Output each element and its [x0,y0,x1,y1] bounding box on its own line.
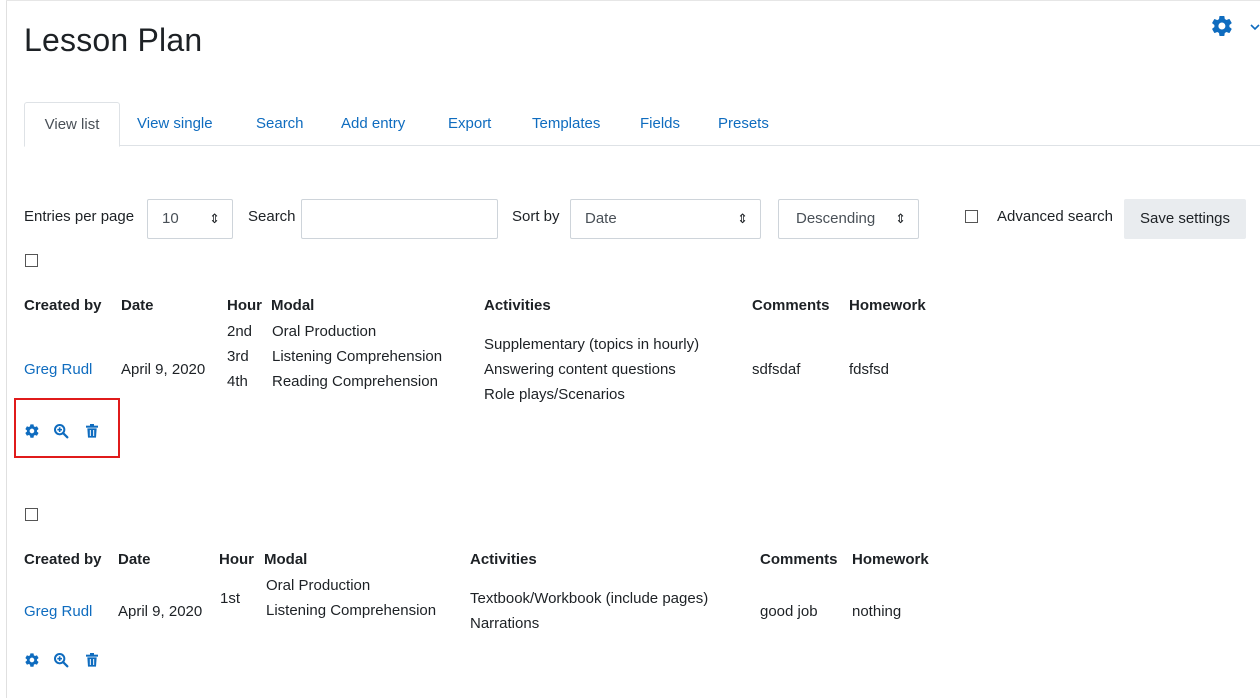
gear-icon[interactable] [24,423,40,439]
header-created-by: Created by [24,297,102,314]
entries-per-page-value: 10 [162,210,179,227]
header-homework: Homework [849,297,926,314]
entry-select-checkbox[interactable] [25,254,38,267]
header-comments: Comments [760,551,838,568]
zoom-in-icon[interactable] [53,423,69,439]
header-hour: Hour [219,551,254,568]
advanced-search-label: Advanced search [997,208,1113,225]
tab-templates[interactable]: Templates [532,102,600,146]
entry-modal: Oral Production [272,323,377,340]
header-comments: Comments [752,297,830,314]
tab-add-entry[interactable]: Add entry [341,102,405,146]
entry-hour: 1st [220,590,241,607]
entry-modal: Reading Comprehension [272,373,438,390]
entry-select-checkbox[interactable] [25,508,38,521]
sort-by-select[interactable]: Date ⇕ [570,199,761,239]
sort-by-value: Date [585,210,617,227]
entry-activity: Narrations [470,615,540,632]
select-arrows-icon: ⇕ [895,211,906,226]
order-value: Descending [796,210,876,227]
entry-homework: nothing [852,603,902,620]
entry-date: April 9, 2020 [118,603,203,620]
entry-hour: 4th [227,373,248,390]
save-settings-button[interactable]: Save settings [1124,199,1246,239]
select-arrows-icon: ⇕ [209,211,220,226]
gear-icon[interactable] [24,652,40,668]
header-modal: Modal [264,551,308,568]
entry-modal: Listening Comprehension [272,348,443,365]
entry-activity: Role plays/Scenarios [484,386,625,403]
header-activities: Activities [470,551,537,568]
entries-per-page-select[interactable]: 10 ⇕ [147,199,233,239]
trash-icon[interactable] [84,652,100,668]
entry-author-link[interactable]: Greg Rudl [24,599,92,624]
header-hour: Hour [227,297,262,314]
page-frame-top [6,0,1260,1]
entry-hour: 3rd [227,348,249,365]
advanced-search-checkbox[interactable] [965,210,978,223]
trash-icon[interactable] [84,423,100,439]
tab-export[interactable]: Export [448,102,491,146]
entry-hour: 2nd [227,323,253,340]
tab-view-list[interactable]: View list [24,102,120,147]
entry-activity: Textbook/Workbook (include pages) [470,590,709,607]
order-select[interactable]: Descending ⇕ [778,199,919,239]
page-frame-left [6,0,7,698]
header-modal: Modal [271,297,315,314]
tab-presets[interactable]: Presets [718,102,769,146]
select-arrows-icon: ⇕ [737,211,748,226]
entry-activity: Answering content questions [484,361,676,378]
header-date: Date [121,297,154,314]
search-label: Search [248,208,296,225]
search-input[interactable] [301,199,498,239]
tab-fields[interactable]: Fields [640,102,680,146]
entries-per-page-label: Entries per page [24,208,135,225]
tab-search[interactable]: Search [256,102,304,146]
gear-icon[interactable] [1210,14,1234,38]
entry-homework: fdsfsd [849,361,890,378]
entry-activity: Supplementary (topics in hourly) [484,336,700,353]
header-homework: Homework [852,551,929,568]
header-date: Date [118,551,151,568]
caret-down-icon[interactable] [1250,20,1260,34]
header-created-by: Created by [24,551,102,568]
sort-by-label: Sort by [512,208,560,225]
zoom-in-icon[interactable] [53,652,69,668]
entry-modal: Oral Production [266,577,371,594]
entry-modal: Listening Comprehension [266,602,437,619]
page-title: Lesson Plan [24,22,203,58]
entry-author-link[interactable]: Greg Rudl [24,357,92,382]
header-activities: Activities [484,297,551,314]
tab-view-single[interactable]: View single [137,102,213,146]
entry-date: April 9, 2020 [121,361,206,378]
entry-comments: sdfsdaf [752,361,801,378]
tab-bar: View list View single Search Add entry E… [24,102,1260,147]
entry-comments: good job [760,603,818,620]
